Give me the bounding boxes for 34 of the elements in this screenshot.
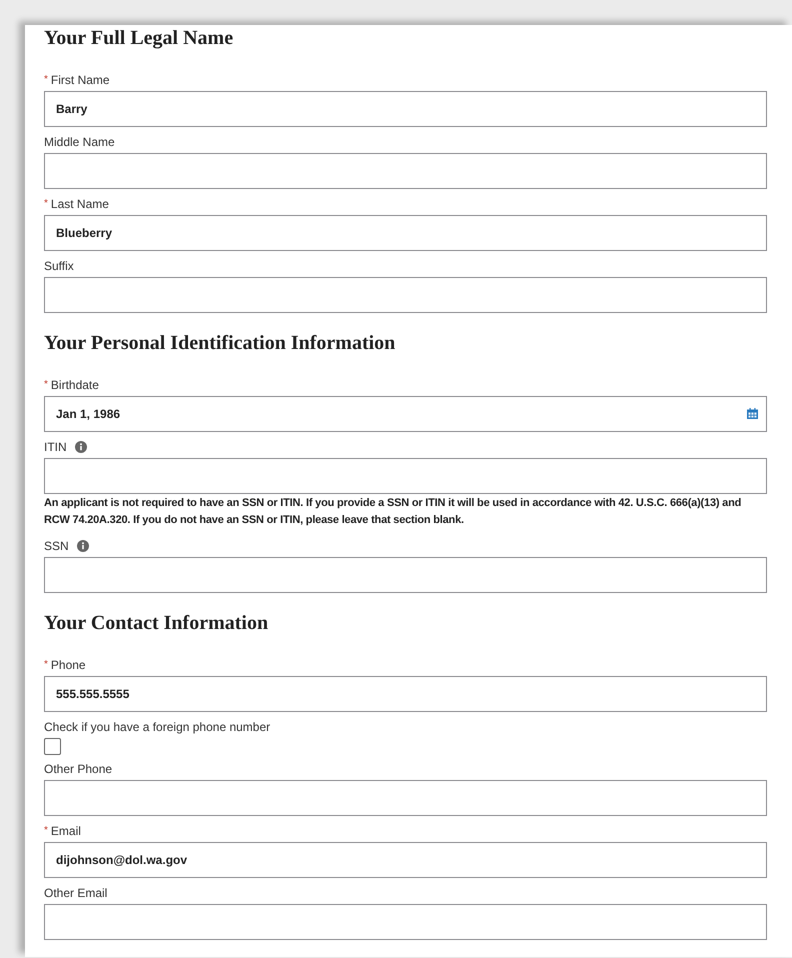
section-heading: Your Contact Information (44, 611, 270, 636)
section-heading: Your Full Legal Name (44, 26, 234, 51)
field-label: Other Email (44, 885, 108, 902)
required-asterisk: * (44, 824, 48, 838)
required-asterisk: * (44, 197, 48, 211)
field-label: Middle Name (44, 134, 115, 151)
help-text: An applicant is not required to have an SSN or ITIN. If you provide a SSN or ITIN it will be used in accordance with 42. U.S.C. 666(a)(13) and RCW 74.20A.320. If you do not have an SSN or ITIN, please leave that section blank. (44, 496, 742, 528)
input-field[interactable]: dijohnson@dol.wa.gov (44, 842, 767, 878)
field-label: ITIN (44, 439, 67, 456)
calendar-icon[interactable] (747, 408, 758, 419)
input-field[interactable] (44, 277, 767, 313)
date-field[interactable]: Jan 1, 1986 (44, 396, 767, 432)
field-label: Phone (50, 657, 86, 674)
input-field[interactable] (44, 904, 767, 940)
input-field[interactable] (44, 780, 767, 816)
field-label: Check if you have a foreign phone number (44, 719, 270, 736)
field-label: Last Name (50, 196, 109, 213)
checkbox[interactable] (44, 738, 61, 755)
input-field[interactable]: Barry (44, 91, 767, 127)
field-label: Birthdate (50, 377, 99, 394)
required-asterisk: * (44, 658, 48, 672)
required-asterisk: * (44, 73, 48, 87)
section-heading: Your Personal Identification Information (44, 331, 396, 356)
field-label: Other Phone (44, 761, 112, 778)
field-label: Email (50, 823, 81, 840)
input-field[interactable]: Blueberry (44, 215, 767, 251)
input-field[interactable] (44, 458, 767, 494)
input-field[interactable] (44, 557, 767, 593)
input-field[interactable] (44, 153, 767, 189)
field-label: Suffix (44, 258, 74, 275)
field-label: First Name (50, 72, 110, 89)
required-asterisk: * (44, 378, 48, 392)
input-field[interactable]: 555.555.5555 (44, 676, 767, 712)
field-label: SSN (44, 538, 69, 555)
